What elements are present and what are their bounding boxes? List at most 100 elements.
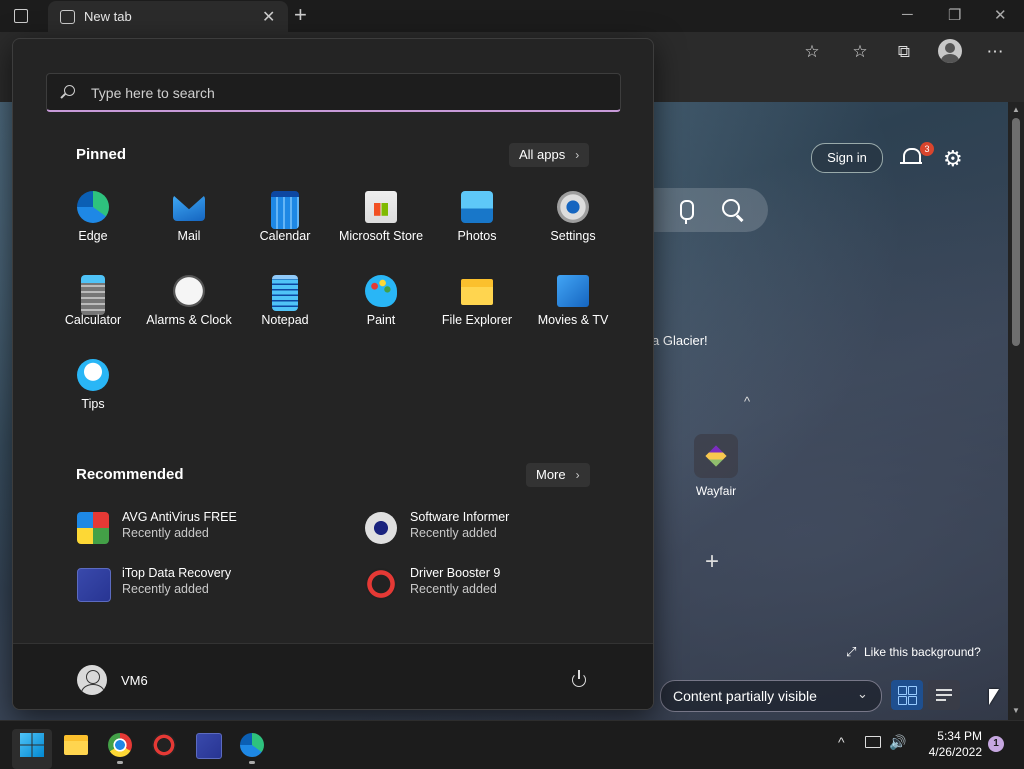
taskbar-start-button[interactable]: [12, 729, 52, 769]
taskbar-itop-data-recovery[interactable]: [188, 729, 228, 769]
tab-actions-button[interactable]: [10, 6, 30, 26]
browser-titlebar: New tab ✕ + ─ ❐ ✕: [0, 0, 1024, 32]
all-apps-button[interactable]: All apps ›: [509, 143, 590, 167]
pinned-app-photos[interactable]: Photos: [429, 191, 525, 261]
content-visibility-value: Content partially visible: [673, 688, 817, 704]
web-search-box[interactable]: [654, 188, 768, 232]
recommended-item-software-informer[interactable]: Software Informer Recently added: [365, 508, 625, 548]
itop-data-recovery-icon: [77, 568, 111, 602]
pinned-app-paint[interactable]: Paint: [333, 275, 429, 345]
recommended-item-driver-booster[interactable]: Driver Booster 9 Recently added: [365, 564, 625, 604]
notification-count-badge: 3: [920, 142, 934, 156]
all-apps-label: All apps: [519, 147, 566, 162]
collections-icon[interactable]: ⧉: [894, 42, 914, 62]
start-menu: Pinned All apps › Edge Mail Calendar Micr…: [12, 38, 654, 710]
driver-booster-icon: [152, 733, 176, 757]
add-site-button[interactable]: +: [705, 548, 719, 576]
grid-layout-button[interactable]: [891, 680, 923, 710]
minimize-button[interactable]: ─: [902, 6, 913, 23]
more-label: More: [536, 467, 566, 482]
search-icon[interactable]: [722, 199, 740, 217]
calendar-icon: [271, 191, 299, 229]
tab-actions-icon: [14, 9, 28, 23]
taskbar-edge[interactable]: [232, 729, 272, 769]
taskbar-clock[interactable]: 5:34 PM 4/26/2022: [916, 728, 982, 760]
chevron-right-icon: ›: [575, 468, 580, 482]
sign-in-button[interactable]: Sign in: [811, 143, 883, 173]
notification-center-badge[interactable]: 1: [988, 736, 1004, 752]
taskbar-chrome[interactable]: [100, 729, 140, 769]
favorites-icon[interactable]: ☆: [850, 42, 870, 62]
pinned-heading: Pinned: [76, 146, 127, 163]
pinned-app-microsoft-store[interactable]: Microsoft Store: [333, 191, 429, 261]
pinned-app-file-explorer[interactable]: File Explorer: [429, 275, 525, 345]
power-button[interactable]: [569, 669, 591, 691]
wayfair-logo-icon: [705, 445, 727, 467]
chevron-down-icon: ⌄: [857, 686, 868, 701]
show-hidden-icons-chevron[interactable]: ^: [838, 734, 845, 750]
more-menu-icon[interactable]: ⋯: [985, 42, 1005, 62]
recommended-item-avg[interactable]: AVG AntiVirus FREE Recently added: [77, 508, 337, 548]
pinned-app-edge[interactable]: Edge: [45, 191, 141, 261]
tab-close-button[interactable]: ✕: [262, 7, 275, 27]
pinned-app-tips[interactable]: Tips: [45, 359, 141, 429]
expand-icon: ⤢: [846, 644, 857, 659]
tab-new-tab[interactable]: New tab ✕: [48, 1, 288, 32]
start-search-input[interactable]: [89, 82, 593, 104]
chevron-right-icon: ›: [575, 148, 580, 162]
paint-icon: [365, 275, 397, 307]
notifications-bell-icon[interactable]: [900, 146, 922, 168]
page-scrollbar[interactable]: ▲ ▼: [1008, 102, 1024, 720]
profile-avatar[interactable]: [938, 39, 962, 63]
edge-icon: [77, 191, 109, 223]
software-informer-icon: [365, 512, 397, 544]
add-favorite-icon[interactable]: ☆: [802, 42, 822, 62]
start-menu-footer: VM6: [13, 643, 653, 709]
avg-antivirus-icon: [77, 512, 109, 544]
network-icon[interactable]: [865, 736, 881, 748]
more-button[interactable]: More ›: [526, 463, 590, 487]
notepad-icon: [272, 275, 298, 311]
new-tab-page-icon: [60, 10, 75, 24]
like-background-link[interactable]: ⤢ Like this background?: [846, 644, 981, 660]
clock-date: 4/26/2022: [928, 745, 982, 759]
user-name[interactable]: VM6: [121, 673, 148, 688]
windows-logo-icon: [20, 733, 44, 757]
clock-icon: [173, 275, 205, 307]
scroll-down-arrow[interactable]: ▼: [1012, 706, 1020, 715]
quick-link-wayfair[interactable]: [694, 434, 738, 478]
pinned-app-movies-tv[interactable]: Movies & TV: [525, 275, 621, 345]
taskbar-driver-booster[interactable]: [144, 729, 184, 769]
list-layout-button[interactable]: [928, 680, 960, 710]
content-visibility-dropdown[interactable]: Content partially visible ⌄: [660, 680, 882, 712]
restore-button[interactable]: ❐: [948, 6, 961, 24]
pinned-app-calendar[interactable]: Calendar: [237, 191, 333, 261]
scroll-up-arrow[interactable]: ▲: [1012, 105, 1020, 114]
page-settings-gear-icon[interactable]: ⚙: [943, 146, 963, 172]
microphone-icon[interactable]: [680, 200, 694, 224]
close-window-button[interactable]: ✕: [994, 6, 1007, 24]
clock-time: 5:34 PM: [937, 729, 982, 743]
background-image-title[interactable]: a Glacier!: [652, 333, 708, 348]
start-search-box[interactable]: [46, 73, 621, 112]
calculator-icon: [81, 275, 105, 315]
collapse-caret-icon[interactable]: ^: [744, 394, 750, 409]
pinned-app-notepad[interactable]: Notepad: [237, 275, 333, 345]
recommended-heading: Recommended: [76, 466, 184, 483]
chrome-icon: [108, 733, 132, 757]
scrollbar-thumb[interactable]: [1012, 118, 1020, 346]
running-indicator: [117, 761, 123, 764]
user-avatar[interactable]: [77, 665, 107, 695]
pinned-app-alarms-clock[interactable]: Alarms & Clock: [141, 275, 237, 345]
store-icon: [365, 191, 397, 223]
taskbar-file-explorer[interactable]: [56, 729, 96, 769]
pinned-app-settings[interactable]: Settings: [525, 191, 621, 261]
pinned-app-calculator[interactable]: Calculator: [45, 275, 141, 345]
new-tab-button[interactable]: +: [294, 2, 307, 28]
volume-icon[interactable]: 🔊: [889, 734, 906, 751]
photos-icon: [461, 191, 493, 223]
recommended-item-itop[interactable]: iTop Data Recovery Recently added: [77, 564, 337, 604]
pinned-app-mail[interactable]: Mail: [141, 191, 237, 261]
mail-icon: [173, 195, 205, 221]
folder-icon: [64, 735, 88, 755]
